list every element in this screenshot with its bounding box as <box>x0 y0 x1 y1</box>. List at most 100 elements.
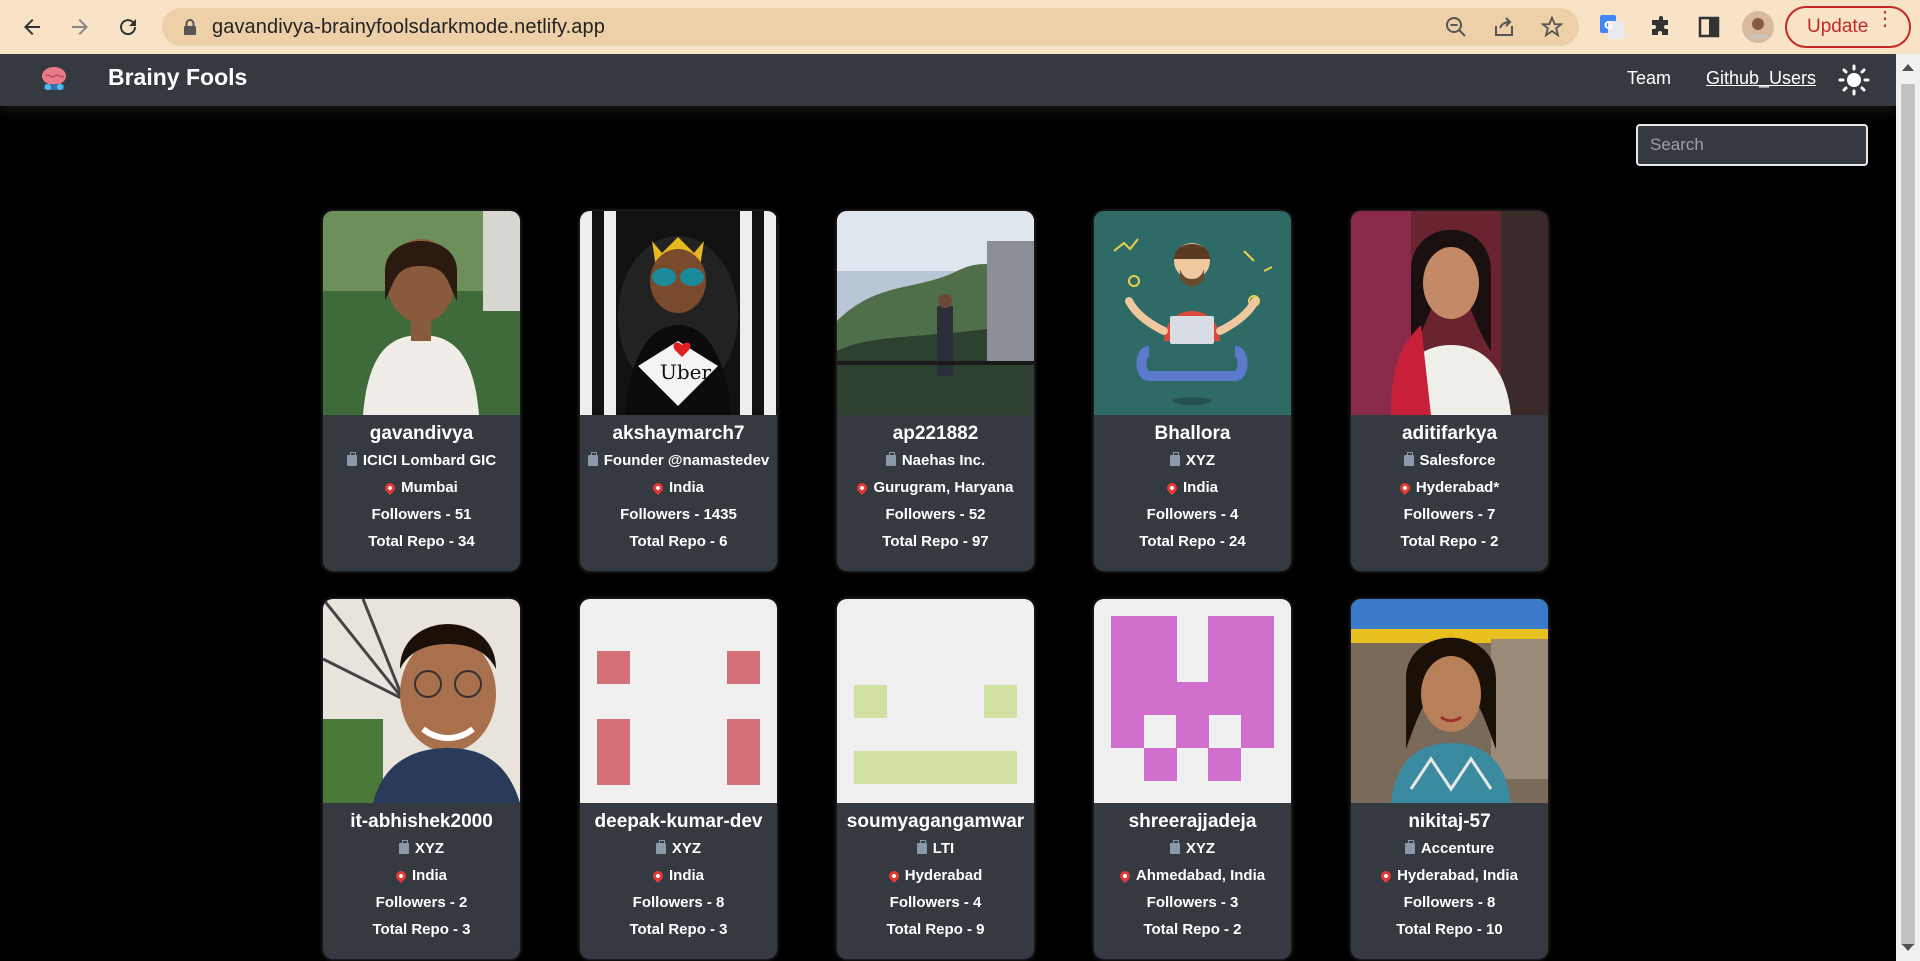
back-button[interactable] <box>14 9 50 45</box>
briefcase-icon <box>398 840 409 854</box>
user-followers: Followers - 8 <box>632 894 725 911</box>
user-company-row: XYZ <box>323 835 520 862</box>
user-company: XYZ <box>414 840 445 857</box>
user-total-repo: Total Repo - 34 <box>368 533 475 550</box>
user-company: Salesforce <box>1419 452 1496 469</box>
user-location: India <box>411 867 447 884</box>
user-card[interactable]: soumyagangamwar LTI Hyderabad Followers … <box>837 599 1034 959</box>
briefcase-icon <box>1404 840 1415 854</box>
user-total-repo: Total Repo - 2 <box>1400 533 1499 550</box>
user-location-row: Hyderabad <box>837 862 1034 889</box>
share-icon[interactable] <box>1492 15 1516 39</box>
user-company: LTI <box>932 840 955 857</box>
user-followers: Followers - 2 <box>375 894 468 911</box>
user-company: ICICI Lombard GIC <box>362 452 497 469</box>
user-avatar <box>1094 211 1291 415</box>
user-company-row: XYZ <box>580 835 777 862</box>
user-avatar <box>1094 599 1291 803</box>
zoom-icon[interactable] <box>1444 15 1468 39</box>
address-bar[interactable]: gavandivya-brainyfoolsdarkmode.netlify.a… <box>162 8 1579 46</box>
user-total-repo: Total Repo - 97 <box>882 533 989 550</box>
back-arrow-icon <box>24 19 40 35</box>
user-card[interactable]: it-abhishek2000 XYZ India Followers - 2 … <box>323 599 520 959</box>
location-pin-icon <box>886 868 901 883</box>
user-total-repo: Total Repo - 3 <box>629 921 728 938</box>
more-menu-icon: ⋮ <box>1875 8 1895 30</box>
user-location: India <box>1182 479 1218 496</box>
user-total-repo: Total Repo - 3 <box>372 921 471 938</box>
forward-button[interactable] <box>62 9 98 45</box>
scroll-up-arrow-icon[interactable] <box>1902 64 1914 71</box>
scroll-down-arrow-icon[interactable] <box>1902 944 1914 951</box>
location-pin-icon <box>1397 480 1412 495</box>
briefcase-icon <box>587 452 598 466</box>
user-username: aditifarkya <box>1401 423 1498 444</box>
user-location-row: India <box>580 862 777 889</box>
user-card[interactable]: ap221882 Naehas Inc. Gurugram, Haryana F… <box>837 211 1034 571</box>
user-location: Gurugram, Haryana <box>873 479 1014 496</box>
user-location: Hyderabad <box>904 867 983 884</box>
user-location: Hyderabad, India <box>1397 867 1518 884</box>
user-followers: Followers - 51 <box>371 506 472 523</box>
location-pin-icon <box>650 868 666 883</box>
search-input[interactable] <box>1636 124 1868 166</box>
user-company-row: Accenture <box>1351 835 1548 862</box>
briefcase-icon <box>346 452 357 466</box>
bookmark-star-icon[interactable] <box>1540 15 1564 39</box>
user-card[interactable]: aditifarkya Salesforce Hyderabad* Follow… <box>1351 211 1548 571</box>
brain-logo-icon[interactable] <box>34 62 84 98</box>
user-username: it-abhishek2000 <box>350 811 493 832</box>
nav-github-users-link[interactable]: Github_Users <box>1706 68 1816 89</box>
user-followers: Followers - 4 <box>889 894 982 911</box>
theme-toggle-sun-icon[interactable] <box>1838 64 1870 96</box>
user-avatar <box>323 211 520 415</box>
user-username: nikitaj-57 <box>1408 811 1491 832</box>
user-username: Bhallora <box>1154 423 1231 444</box>
user-company-row: XYZ <box>1094 835 1291 862</box>
location-pin-icon <box>383 480 398 495</box>
user-avatar <box>1351 211 1548 415</box>
user-card[interactable]: deepak-kumar-dev XYZ India Followers - 8… <box>580 599 777 959</box>
briefcase-icon <box>885 452 896 466</box>
user-location-row: Mumbai <box>323 474 520 501</box>
user-total-repo: Total Repo - 9 <box>886 921 985 938</box>
user-company: Accenture <box>1420 840 1495 857</box>
extensions-puzzle-icon[interactable] <box>1647 13 1675 41</box>
brand-title[interactable]: Brainy Fools <box>108 64 247 91</box>
user-card[interactable]: gavandivya ICICI Lombard GIC Mumbai Foll… <box>323 211 520 571</box>
user-location: India <box>668 867 704 884</box>
user-card[interactable]: shreerajjadeja XYZ Ahmedabad, India Foll… <box>1094 599 1291 959</box>
user-username: gavandivya <box>369 423 474 444</box>
user-location: Ahmedabad, India <box>1135 867 1266 884</box>
user-card[interactable]: Uber akshaymarch7 Founder @namastedev In… <box>580 211 777 571</box>
user-company-row: LTI <box>837 835 1034 862</box>
user-followers: Followers - 52 <box>885 506 986 523</box>
user-card[interactable]: Bhallora XYZ India Followers - 4 Total R… <box>1094 211 1291 571</box>
user-followers: Followers - 3 <box>1146 894 1239 911</box>
user-location-row: Ahmedabad, India <box>1094 862 1291 889</box>
scroll-thumb[interactable] <box>1901 84 1915 946</box>
user-card[interactable]: nikitaj-57 Accenture Hyderabad, India Fo… <box>1351 599 1548 959</box>
user-followers: Followers - 8 <box>1403 894 1496 911</box>
url-text: gavandivya-brainyfoolsdarkmode.netlify.a… <box>212 15 605 38</box>
user-username: deepak-kumar-dev <box>594 811 763 832</box>
profile-avatar[interactable] <box>1742 11 1774 43</box>
reload-button[interactable] <box>110 9 146 45</box>
briefcase-icon <box>1169 452 1180 466</box>
google-translate-icon[interactable]: G <box>1598 13 1626 41</box>
user-avatar <box>1351 599 1548 803</box>
update-button[interactable]: Update ⋮ <box>1785 6 1911 48</box>
user-username: ap221882 <box>892 423 979 444</box>
user-company: Founder @namastedev <box>603 452 770 469</box>
update-label: Update <box>1807 16 1869 37</box>
user-location: Mumbai <box>401 479 458 496</box>
user-avatar: Uber <box>580 211 777 415</box>
nav-team-link[interactable]: Team <box>1627 68 1671 89</box>
page-scrollbar[interactable] <box>1896 54 1920 961</box>
user-company-row: ICICI Lombard GIC <box>323 447 520 474</box>
user-location-row: India <box>1094 474 1291 501</box>
user-avatar <box>323 599 520 803</box>
side-panel-icon[interactable] <box>1695 13 1723 41</box>
user-total-repo: Total Repo - 10 <box>1396 921 1503 938</box>
user-company-row: Naehas Inc. <box>837 447 1034 474</box>
